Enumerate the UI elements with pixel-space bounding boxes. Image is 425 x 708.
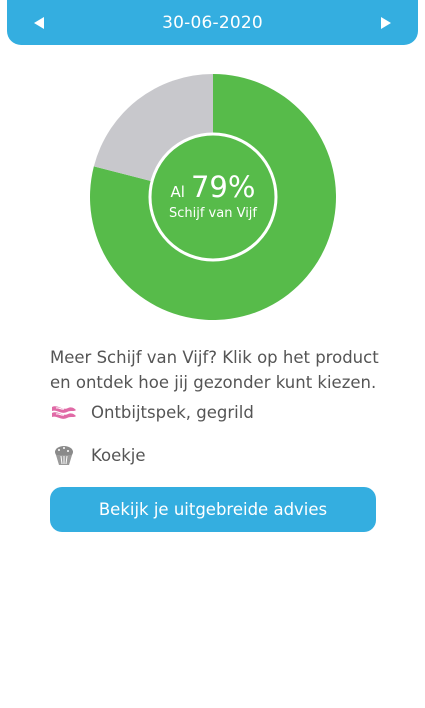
schijf-van-vijf-chart: Al 79% Schijf van Vijf bbox=[90, 74, 336, 320]
view-advice-button[interactable]: Bekijk je uitgebreide advies bbox=[50, 487, 376, 532]
pie-chart-svg bbox=[90, 74, 336, 320]
intro-text: Meer Schijf van Vijf? Klik op het produc… bbox=[50, 348, 379, 392]
product-label: Ontbijtspek, gegrild bbox=[91, 402, 254, 422]
next-date-button[interactable] bbox=[374, 11, 398, 35]
current-date: 30-06-2020 bbox=[162, 12, 263, 33]
product-item-ontbijtspek[interactable]: Ontbijtspek, gegrild bbox=[50, 400, 254, 424]
triangle-left-icon bbox=[34, 16, 44, 29]
bacon-icon bbox=[50, 400, 78, 424]
previous-date-button[interactable] bbox=[27, 11, 51, 35]
cupcake-icon bbox=[50, 443, 78, 467]
triangle-right-icon bbox=[380, 16, 391, 29]
center-disc bbox=[148, 132, 278, 262]
product-label: Koekje bbox=[91, 445, 146, 465]
product-item-koekje[interactable]: Koekje bbox=[50, 443, 146, 467]
date-navigation-bar: 30-06-2020 bbox=[7, 0, 418, 45]
